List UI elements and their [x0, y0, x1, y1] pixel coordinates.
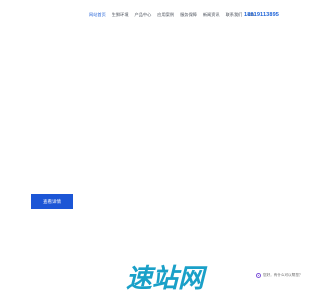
nav-item-products[interactable]: 产品中心 — [132, 11, 155, 19]
chat-widget[interactable]: 您好，有什么可以帮您？ — [256, 272, 303, 278]
view-details-button[interactable]: 查看详情 — [31, 194, 73, 209]
nav-item-environment[interactable]: 生鲜环境 — [109, 11, 132, 19]
nav-item-service[interactable]: 服务保障 — [177, 11, 200, 19]
nav-item-contact[interactable]: 联系我们 — [223, 11, 246, 19]
nav-item-home[interactable]: 网站首页 — [89, 11, 109, 19]
chat-icon — [256, 272, 261, 278]
main-nav: 网站首页 生鲜环境 产品中心 应用案例 服务保障 新闻资讯 联系我们 CN — [89, 11, 257, 19]
chat-text: 您好，有什么可以帮您？ — [263, 272, 303, 277]
svg-text:速站网: 速站网 — [126, 264, 208, 292]
watermark-logo: 速站网 — [126, 264, 208, 292]
nav-item-cases[interactable]: 应用案例 — [154, 11, 177, 19]
phone-number: 18819113895 — [244, 12, 280, 18]
site-header: 网站首页 生鲜环境 产品中心 应用案例 服务保障 新闻资讯 联系我们 CN 18… — [0, 0, 300, 30]
nav-item-news[interactable]: 新闻资讯 — [200, 11, 223, 19]
